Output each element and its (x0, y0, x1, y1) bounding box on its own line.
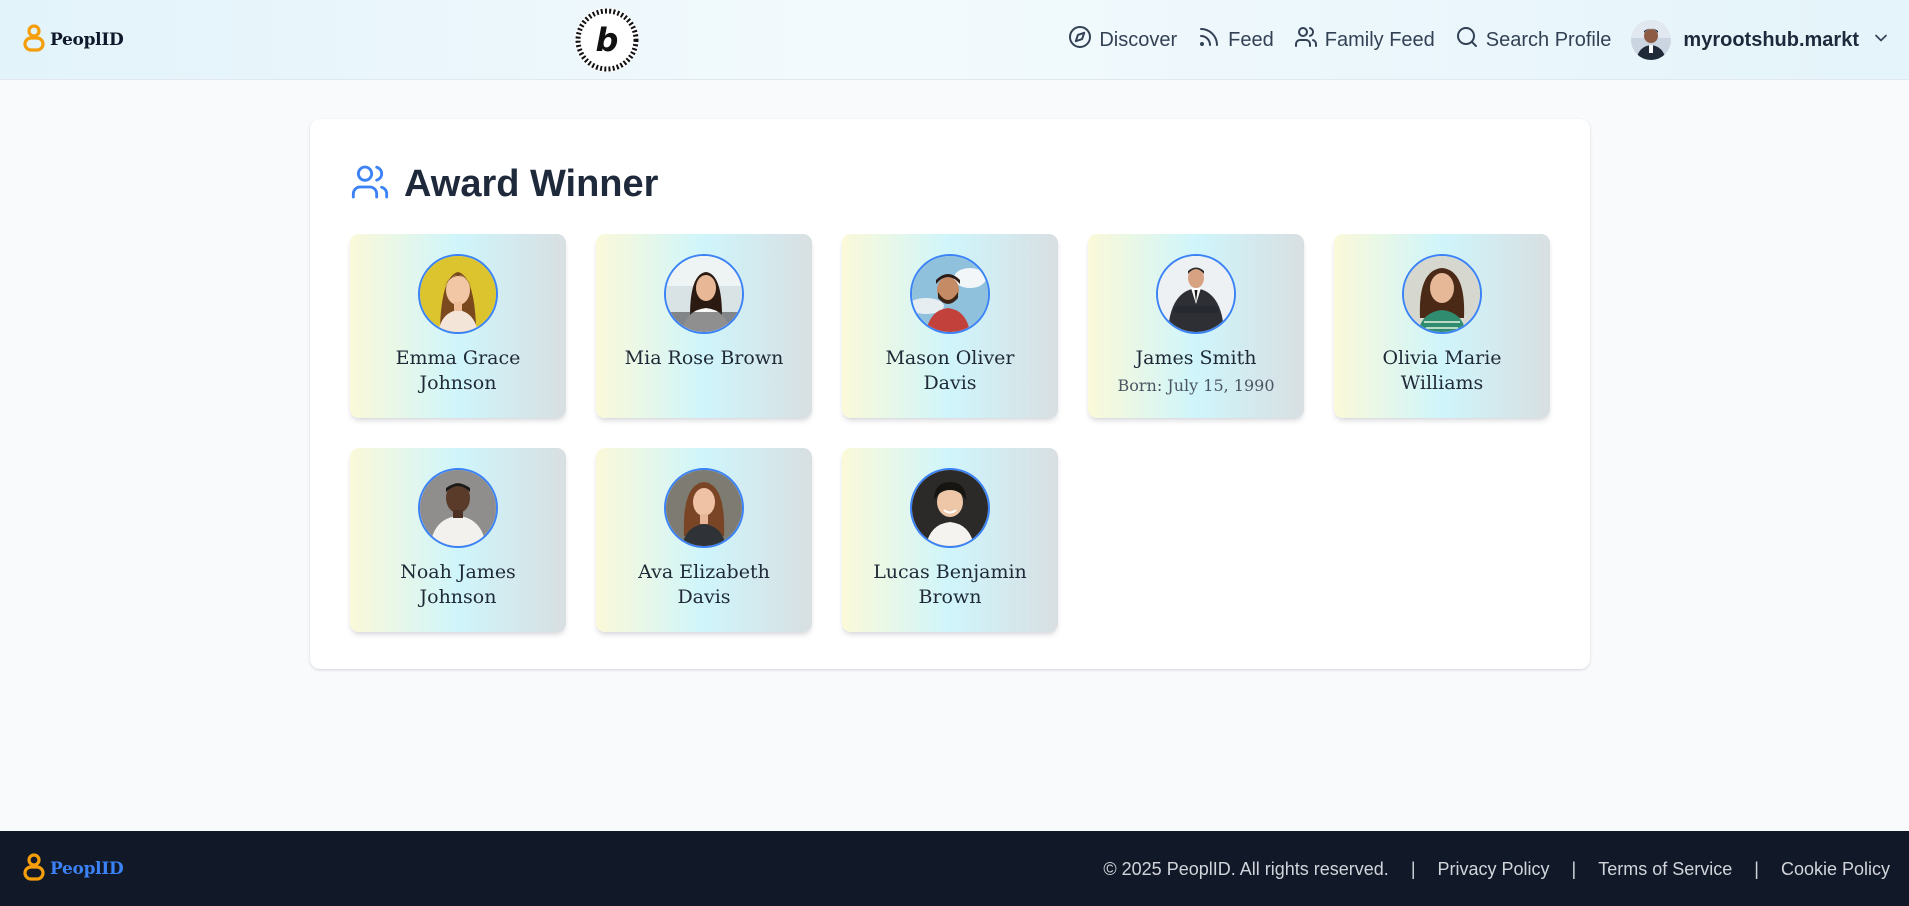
site-footer: PeoplID © 2025 PeoplID. All rights reser… (0, 831, 1909, 906)
avatar (1631, 20, 1672, 60)
badge-letter: b (596, 21, 619, 59)
nav-feed[interactable]: Feed (1197, 25, 1274, 55)
person-photo (910, 254, 990, 334)
person-name: Mason Oliver Davis (885, 347, 1015, 394)
nav-feed-label: Feed (1228, 28, 1274, 51)
nav-family-feed-label: Family Feed (1324, 28, 1435, 51)
page-title: Award Winner (404, 162, 659, 205)
person-name: Lucas Benjamin Brown (873, 561, 1027, 608)
cookie-policy-link[interactable]: Cookie Policy (1781, 859, 1890, 880)
terms-of-service-link[interactable]: Terms of Service (1598, 859, 1732, 880)
user-menu[interactable]: myrootshub.markt (1631, 20, 1891, 60)
privacy-policy-link[interactable]: Privacy Policy (1438, 859, 1550, 880)
copyright-text: © 2025 PeoplID. All rights reserved. (1103, 858, 1389, 879)
person-photo (418, 254, 498, 334)
award-winner-panel: Award Winner Emma Grace Johnson Mia Rose… (310, 119, 1590, 669)
person-card[interactable]: James Smith Born: July 15, 1990 (1088, 234, 1304, 418)
footer-separator: | (1571, 858, 1577, 879)
person-card[interactable]: Mia Rose Brown (596, 234, 812, 418)
nav-search-profile[interactable]: Search Profile (1455, 25, 1612, 55)
person-photo (418, 468, 498, 548)
person-name: James Smith (1135, 347, 1257, 369)
top-header: PeoplID b Discover Feed Family Feed Sear… (0, 0, 1909, 80)
person-photo (1156, 254, 1236, 334)
person-card[interactable]: Emma Grace Johnson (350, 234, 566, 418)
person-name: Olivia Marie Williams (1382, 347, 1502, 394)
footer-logo[interactable]: PeoplID (22, 849, 124, 889)
person-name: Noah James Johnson (400, 561, 516, 608)
bolt-badge-icon[interactable]: b (573, 6, 641, 74)
logo-icon (22, 23, 46, 58)
nav-discover-label: Discover (1099, 28, 1178, 51)
chevron-down-icon (1871, 28, 1891, 53)
person-photo (664, 468, 744, 548)
compass-icon (1068, 25, 1092, 55)
person-card[interactable]: Olivia Marie Williams (1334, 234, 1550, 418)
users-icon (350, 162, 390, 207)
logo-icon (22, 852, 46, 887)
footer-links: © 2025 PeoplID. All rights reserved. | P… (1103, 855, 1890, 883)
logo-text: PeoplID (50, 859, 124, 879)
person-photo (910, 468, 990, 548)
person-birthdate: Born: July 15, 1990 (1117, 376, 1275, 395)
person-photo (1402, 254, 1482, 334)
panel-header: Award Winner (350, 159, 658, 209)
header-logo[interactable]: PeoplID (22, 20, 124, 60)
users-icon (1294, 25, 1318, 55)
nav-discover[interactable]: Discover (1068, 25, 1177, 55)
person-photo (664, 254, 744, 334)
user-name: myrootshub.markt (1683, 28, 1859, 51)
logo-text: PeoplID (50, 30, 124, 50)
rss-icon (1197, 25, 1221, 55)
person-name: Ava Elizabeth Davis (638, 561, 770, 608)
people-grid: Emma Grace Johnson Mia Rose Brown Mason … (350, 234, 1550, 632)
person-card[interactable]: Mason Oliver Davis (842, 234, 1058, 418)
nav-search-profile-label: Search Profile (1485, 28, 1612, 51)
footer-separator: | (1410, 858, 1416, 879)
main-nav: Discover Feed Family Feed Search Profile… (1048, 18, 1891, 62)
person-card[interactable]: Ava Elizabeth Davis (596, 448, 812, 632)
search-icon (1455, 25, 1479, 55)
person-name: Emma Grace Johnson (395, 347, 521, 394)
person-card[interactable]: Noah James Johnson (350, 448, 566, 632)
person-card[interactable]: Lucas Benjamin Brown (842, 448, 1058, 632)
footer-separator: | (1754, 858, 1759, 879)
person-name: Mia Rose Brown (624, 347, 784, 369)
nav-family-feed[interactable]: Family Feed (1294, 25, 1435, 55)
